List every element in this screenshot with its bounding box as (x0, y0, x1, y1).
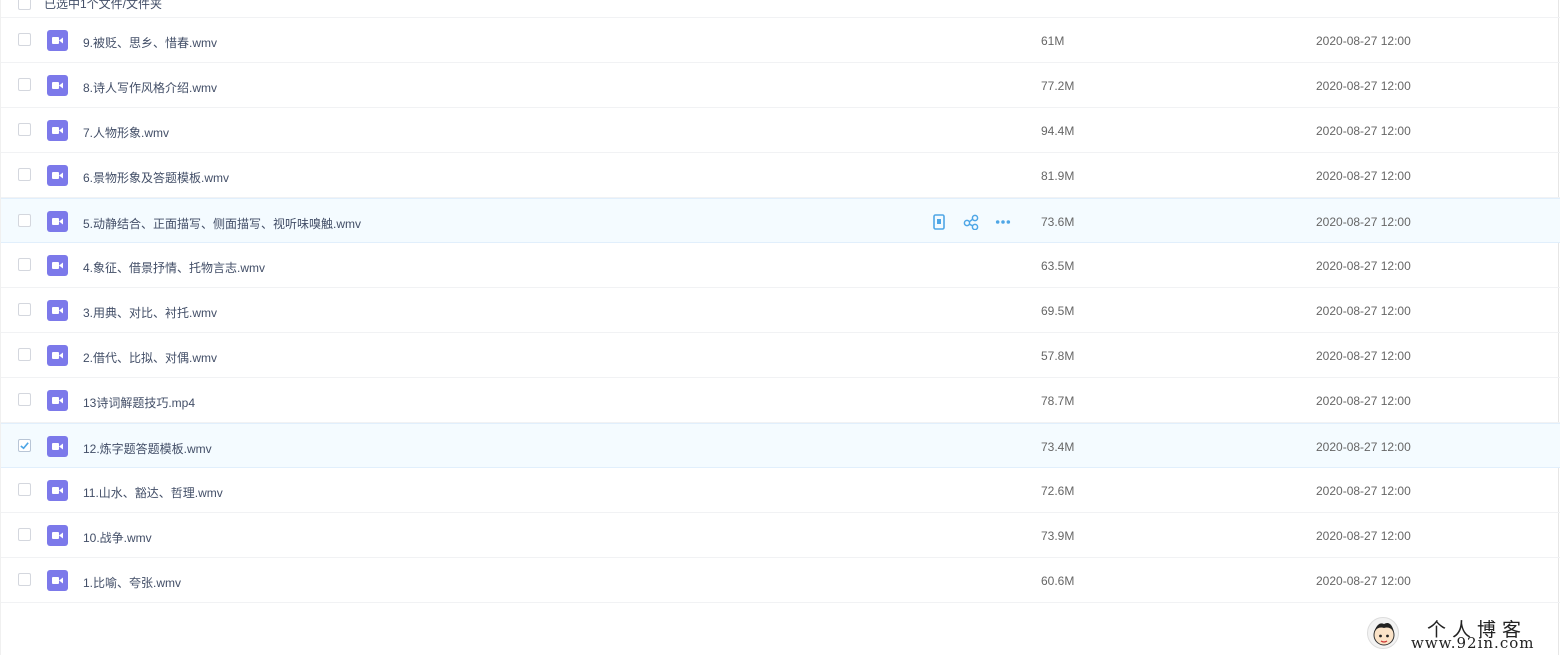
video-file-icon (47, 436, 68, 457)
file-date: 2020-08-27 12:00 (1316, 529, 1411, 543)
share-icon[interactable] (963, 214, 979, 230)
file-size: 63.5M (1041, 259, 1075, 273)
file-checkbox[interactable] (18, 303, 31, 316)
video-file-icon (47, 120, 68, 141)
file-name[interactable]: 11.山水、豁达、哲理.wmv (83, 484, 223, 501)
file-size: 69.5M (1041, 304, 1075, 318)
file-checkbox[interactable] (18, 123, 31, 136)
video-file-icon (47, 525, 68, 546)
phone-icon[interactable] (931, 214, 947, 230)
file-row[interactable]: 1.比喻、夸张.wmv 60.6M 2020-08-27 12:00 (1, 558, 1560, 603)
file-row[interactable]: 11.山水、豁达、哲理.wmv 72.6M 2020-08-27 12:00 (1, 468, 1560, 513)
file-date: 2020-08-27 12:00 (1316, 34, 1411, 48)
file-date: 2020-08-27 12:00 (1316, 574, 1411, 588)
file-row[interactable]: 10.战争.wmv 73.9M 2020-08-27 12:00 (1, 513, 1560, 558)
file-date: 2020-08-27 12:00 (1316, 304, 1411, 318)
file-name[interactable]: 6.景物形象及答题模板.wmv (83, 169, 229, 186)
file-size: 73.9M (1041, 529, 1075, 543)
watermark-avatar (1367, 617, 1399, 649)
file-size: 57.8M (1041, 349, 1075, 363)
file-date: 2020-08-27 12:00 (1316, 124, 1411, 138)
file-checkbox[interactable] (18, 33, 31, 46)
video-file-icon (47, 165, 68, 186)
file-size: 77.2M (1041, 79, 1075, 93)
file-date: 2020-08-27 12:00 (1316, 349, 1411, 363)
file-name[interactable]: 12.炼字题答题模板.wmv (83, 440, 212, 457)
file-size: 72.6M (1041, 484, 1075, 498)
video-file-icon (47, 480, 68, 501)
file-row[interactable]: 13诗词解题技巧.mp4 78.7M 2020-08-27 12:00 (1, 378, 1560, 423)
video-file-icon (47, 570, 68, 591)
video-file-icon (47, 75, 68, 96)
more-icon[interactable] (995, 214, 1011, 230)
file-date: 2020-08-27 12:00 (1316, 259, 1411, 273)
file-size: 73.4M (1041, 440, 1075, 454)
selection-header: 已选中1个文件/文件夹 (1, 0, 1560, 18)
file-date: 2020-08-27 12:00 (1316, 215, 1411, 229)
file-row[interactable]: 8.诗人写作风格介绍.wmv 77.2M 2020-08-27 12:00 (1, 63, 1560, 108)
file-date: 2020-08-27 12:00 (1316, 484, 1411, 498)
file-name[interactable]: 7.人物形象.wmv (83, 124, 169, 141)
file-date: 2020-08-27 12:00 (1316, 79, 1411, 93)
watermark: 个人博客 www.92in.com (1367, 615, 1547, 653)
row-actions (931, 214, 1011, 230)
file-name[interactable]: 10.战争.wmv (83, 529, 152, 546)
file-checkbox[interactable] (18, 214, 31, 227)
file-size: 61M (1041, 34, 1065, 48)
file-checkbox[interactable] (18, 258, 31, 271)
file-size: 94.4M (1041, 124, 1075, 138)
file-size: 78.7M (1041, 394, 1075, 408)
file-name[interactable]: 8.诗人写作风格介绍.wmv (83, 79, 217, 96)
file-checkbox[interactable] (18, 168, 31, 181)
file-list-panel: 已选中1个文件/文件夹 9.被贬、思乡、惜春.wmv 61M 2020-08-27 … (0, 0, 1560, 655)
file-row[interactable]: 6.景物形象及答题模板.wmv 81.9M 2020-08-27 12:00 (1, 153, 1560, 198)
file-list: 9.被贬、思乡、惜春.wmv 61M 2020-08-27 12:00 8.诗人写作风… (1, 18, 1560, 603)
video-file-icon (47, 300, 68, 321)
file-row[interactable]: 9.被贬、思乡、惜春.wmv 61M 2020-08-27 12:00 (1, 18, 1560, 63)
file-date: 2020-08-27 12:00 (1316, 394, 1411, 408)
select-all-checkbox[interactable] (18, 0, 31, 10)
file-row[interactable]: 12.炼字题答题模板.wmv 73.4M 2020-08-27 12:00 (1, 423, 1560, 468)
file-checkbox[interactable] (18, 78, 31, 91)
video-file-icon (47, 30, 68, 51)
video-file-icon (47, 211, 68, 232)
file-size: 73.6M (1041, 215, 1075, 229)
file-date: 2020-08-27 12:00 (1316, 169, 1411, 183)
file-name[interactable]: 13诗词解题技巧.mp4 (83, 394, 195, 411)
file-checkbox[interactable] (18, 528, 31, 541)
video-file-icon (47, 390, 68, 411)
file-checkbox[interactable] (18, 483, 31, 496)
video-file-icon (47, 255, 68, 276)
file-checkbox[interactable] (18, 393, 31, 406)
file-size: 81.9M (1041, 169, 1075, 183)
file-row[interactable]: 4.象征、借景抒情、托物言志.wmv 63.5M 2020-08-27 12:00 (1, 243, 1560, 288)
file-checkbox[interactable] (18, 439, 31, 452)
file-row[interactable]: 2.借代、比拟、对偶.wmv 57.8M 2020-08-27 12:00 (1, 333, 1560, 378)
file-checkbox[interactable] (18, 573, 31, 586)
file-name[interactable]: 9.被贬、思乡、惜春.wmv (83, 34, 217, 51)
file-checkbox[interactable] (18, 348, 31, 361)
file-size: 60.6M (1041, 574, 1075, 588)
file-name[interactable]: 1.比喻、夸张.wmv (83, 574, 181, 591)
selection-count-text: 已选中1个文件/文件夹 (44, 0, 163, 11)
file-name[interactable]: 2.借代、比拟、对偶.wmv (83, 349, 217, 366)
file-name[interactable]: 3.用典、对比、衬托.wmv (83, 304, 217, 321)
file-name[interactable]: 4.象征、借景抒情、托物言志.wmv (83, 259, 265, 276)
video-file-icon (47, 345, 68, 366)
file-name[interactable]: 5.动静结合、正面描写、侧面描写、视听味嗅触.wmv (83, 215, 361, 232)
file-row[interactable]: 5.动静结合、正面描写、侧面描写、视听味嗅触.wmv 73.6M 2020-08-2… (1, 198, 1560, 243)
file-row[interactable]: 3.用典、对比、衬托.wmv 69.5M 2020-08-27 12:00 (1, 288, 1560, 333)
file-row[interactable]: 7.人物形象.wmv 94.4M 2020-08-27 12:00 (1, 108, 1560, 153)
watermark-url: www.92in.com (1411, 634, 1535, 652)
file-date: 2020-08-27 12:00 (1316, 440, 1411, 454)
